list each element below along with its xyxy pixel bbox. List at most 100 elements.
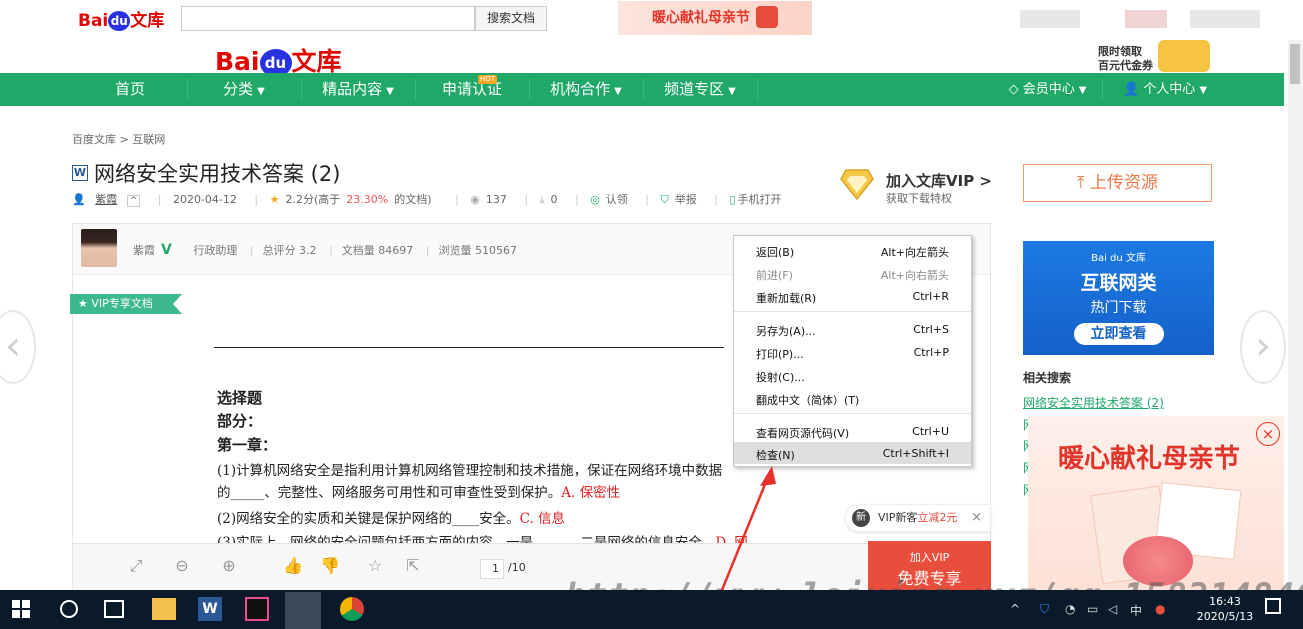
doc-heading: 部分： — [217, 412, 263, 430]
nav-category[interactable]: 分类 ▼ — [188, 73, 300, 106]
favorite-star-icon[interactable]: ☆ — [365, 556, 385, 576]
mobile-icon: ▯ — [729, 193, 736, 206]
volume-icon[interactable]: ◁ — [1108, 602, 1117, 616]
page-scrollbar[interactable] — [1288, 40, 1303, 590]
context-menu: 返回(B) Alt+向左箭头 前进(F) Alt+向右箭头 重新加载(R) Ctrl+… — [733, 235, 972, 467]
notification-icon[interactable] — [1265, 598, 1281, 614]
claim-icon: ◎ — [590, 193, 600, 206]
nav-channels[interactable]: 频道专区 ▼ — [644, 73, 756, 106]
mothers-day-ad[interactable]: 暖心献礼母亲节 × — [1028, 416, 1284, 591]
thumbs-down-icon[interactable]: 👎 — [320, 556, 340, 576]
menu-item-back[interactable]: 返回(B) Alt+向左箭头 — [734, 239, 971, 261]
caret-down-icon: ▼ — [1199, 85, 1208, 96]
vip-newcomer-tip[interactable]: 新 VIP新客立减2元 × — [845, 504, 991, 532]
system-clock[interactable]: 16:43 2020/5/13 — [1195, 594, 1255, 624]
internet-category-ad[interactable]: Bai du 文库 互联网类 热门下载 立即查看 — [1023, 241, 1214, 355]
search-button[interactable]: 搜索文档 — [475, 6, 547, 31]
vip-exclusive-tag: ★ VIP专享文档 — [70, 294, 182, 314]
close-icon[interactable]: × — [971, 505, 982, 531]
blurred-user-info — [1125, 10, 1167, 28]
nav-premium[interactable]: 精品内容 ▼ — [302, 73, 414, 106]
new-badge: 新 — [852, 509, 870, 527]
author-role: 行政助理 — [193, 244, 238, 257]
author-view-count: 浏览量 510567 — [438, 244, 518, 257]
search-input[interactable] — [181, 6, 475, 31]
menu-item-view-source[interactable]: 查看网页源代码(V) Ctrl+U — [734, 420, 971, 442]
nav-personal-center[interactable]: 👤 个人中心 ▼ — [1110, 73, 1220, 106]
jetbrains-icon[interactable] — [245, 597, 269, 621]
caret-down-icon: ▼ — [614, 86, 622, 97]
app-tray-icon[interactable]: ● — [1155, 602, 1165, 616]
blurred-user-info — [1020, 10, 1080, 28]
doc-paragraph: (2)网络安全的实质和关键是保护网络的____安全。C. 信息 — [217, 511, 566, 527]
word-icon[interactable]: W — [198, 597, 222, 621]
related-search-link[interactable]: 网络安全实用技术答案 (2) — [1023, 394, 1164, 411]
menu-item-cast[interactable]: 投射(C)... — [734, 364, 971, 386]
zoom-out-icon[interactable]: ⊖ — [172, 556, 192, 576]
menu-item-translate[interactable]: 翻成中文（简体）(T) — [734, 387, 971, 409]
page-title: W 网络安全实用技术答案 (2) — [72, 162, 341, 186]
avatar[interactable] — [81, 229, 117, 267]
menu-divider — [734, 413, 971, 414]
view-now-button[interactable]: 立即查看 — [1073, 323, 1164, 345]
caret-down-icon: ▼ — [257, 86, 265, 97]
author-score: 总评分 3.2 — [262, 244, 317, 257]
menu-item-print[interactable]: 打印(P)... Ctrl+P — [734, 341, 971, 363]
document-meta: 👤 紫霞 ^ | 2020-04-12 | ★ 2.2分(高于 23.30% 的文档)… — [72, 193, 782, 207]
main-nav: 首页 分类 ▼ 精品内容 ▼ 申请认证 HOT 机构合作 ▼ 频道专区 ▼ ◇ 会员中心 ▼… — [0, 73, 1284, 106]
search-icon[interactable] — [60, 600, 78, 618]
star-icon: ★ — [78, 297, 92, 310]
task-view-icon[interactable] — [104, 600, 124, 618]
user-icon: 👤 — [1122, 82, 1144, 97]
nav-certification[interactable]: 申请认证 HOT — [416, 73, 528, 106]
network-icon[interactable]: ◔ — [1065, 602, 1075, 616]
page-total: /10 — [508, 561, 526, 574]
nav-home[interactable]: 首页 — [74, 73, 186, 106]
caret-down-icon: ▼ — [1078, 85, 1087, 96]
upload-resource-button[interactable]: ⤒ 上传资源 — [1023, 164, 1212, 202]
vip-diamond-icon — [840, 169, 874, 200]
battery-icon[interactable]: ▭ — [1087, 602, 1098, 616]
menu-item-save-as[interactable]: 另存为(A)... Ctrl+S — [734, 318, 971, 340]
shield-icon[interactable]: ⛉ — [1040, 602, 1049, 617]
page-number-input[interactable]: 1 — [480, 559, 504, 579]
mobile-open-link[interactable]: 手机打开 — [738, 193, 782, 206]
report-link[interactable]: 举报 — [675, 193, 697, 206]
active-app-icon[interactable] — [285, 592, 321, 629]
chevron-up-icon[interactable]: ^ — [1010, 602, 1020, 616]
scrollbar-thumb[interactable] — [1290, 44, 1300, 84]
breadcrumb-root[interactable]: 百度文库 — [72, 133, 116, 146]
file-explorer-icon[interactable] — [152, 598, 176, 620]
doc-paragraph: (3)实际上，网络的安全问题包括两方面的内容，一是_____，二是网络的信息安全… — [217, 535, 748, 543]
fullscreen-icon[interactable]: ⤢ — [126, 556, 146, 576]
join-vip-link[interactable]: 加入文库VIP > 获取下载特权 — [840, 166, 1000, 206]
thumbs-up-icon[interactable]: 👍 — [283, 556, 303, 576]
menu-item-reload[interactable]: 重新加载(R) Ctrl+R — [734, 285, 971, 307]
nav-institution[interactable]: 机构合作 ▼ — [530, 73, 642, 106]
coupon-promo[interactable]: 限时领取 百元代金券 — [1098, 45, 1153, 73]
baidu-wenku-logo-small[interactable]: Bai du 文库 — [78, 6, 164, 31]
expand-icon[interactable]: ^ — [126, 195, 141, 207]
ime-indicator[interactable]: 中 — [1130, 602, 1142, 619]
download-count: 0 — [550, 193, 558, 206]
chevron-left-icon[interactable]: ‹ — [0, 310, 36, 384]
nav-member-center[interactable]: ◇ 会员中心 ▼ — [995, 73, 1100, 106]
mothers-day-banner[interactable]: 暖心献礼母亲节 — [618, 1, 812, 35]
zoom-in-icon[interactable]: ⊕ — [219, 556, 239, 576]
word-doc-icon: W — [72, 165, 88, 181]
author-link[interactable]: 紫霞 — [95, 193, 117, 206]
author-name[interactable]: 紫霞 — [133, 244, 155, 257]
eye-icon: ◉ — [470, 193, 480, 206]
breadcrumb: 百度文库 > 互联网 — [72, 133, 166, 146]
coupon-icon[interactable] — [1158, 40, 1210, 72]
breadcrumb-current[interactable]: 互联网 — [132, 133, 165, 146]
windows-start-icon[interactable] — [12, 600, 30, 618]
share-icon[interactable]: ⇱ — [403, 556, 423, 576]
claim-link[interactable]: 认领 — [606, 193, 628, 206]
chrome-icon[interactable] — [340, 597, 364, 621]
related-search-title: 相关搜索 — [1023, 371, 1072, 385]
chevron-right-icon[interactable]: › — [1240, 310, 1286, 384]
shield-icon: ⛉ — [660, 193, 669, 206]
menu-item-forward[interactable]: 前进(F) Alt+向右箭头 — [734, 262, 971, 284]
close-icon[interactable]: × — [1256, 422, 1280, 446]
